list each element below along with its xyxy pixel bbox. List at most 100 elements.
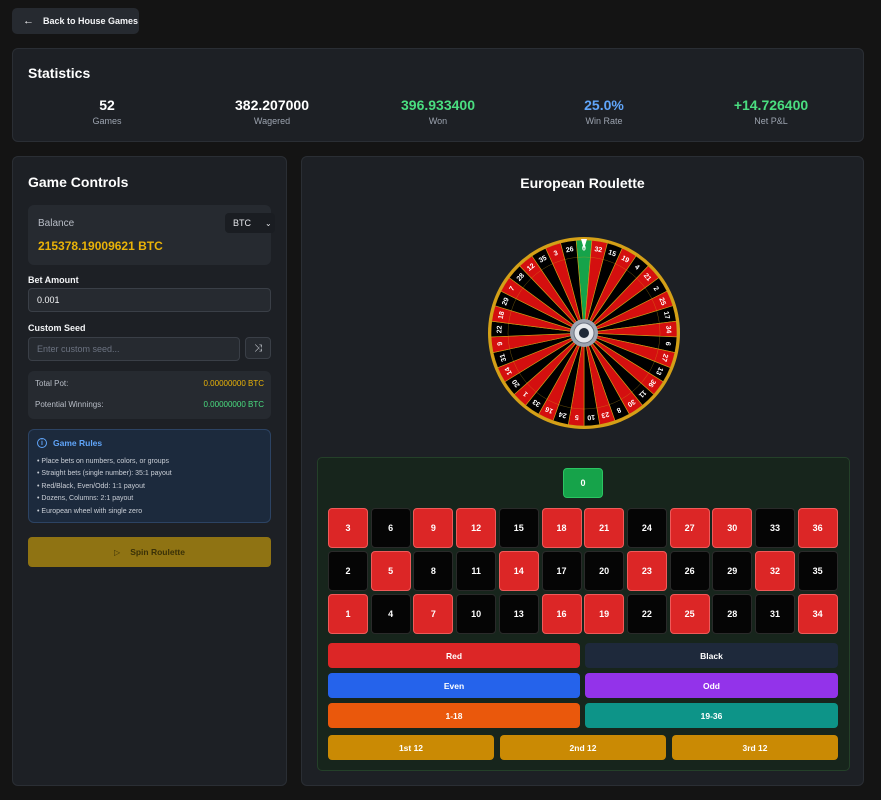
bet-odd-button[interactable]: Odd bbox=[585, 673, 838, 698]
pot-summary: Total Pot: 0.00000000 BTC Potential Winn… bbox=[28, 371, 271, 419]
stat-value: 25.0% bbox=[584, 97, 624, 113]
bet-cell-22[interactable]: 22 bbox=[626, 594, 667, 634]
currency-value: BTC bbox=[233, 218, 251, 228]
bet-cell-16[interactable]: 16 bbox=[541, 594, 582, 634]
game-controls-title: Game Controls bbox=[28, 174, 129, 190]
game-rules-list: • Place bets on numbers, colors, or grou… bbox=[37, 456, 262, 518]
bet-cell-35[interactable]: 35 bbox=[797, 551, 838, 591]
spin-roulette-button[interactable]: ▷ Spin Roulette bbox=[28, 537, 271, 567]
bet-black-button[interactable]: Black bbox=[585, 643, 838, 668]
bet-cell-14[interactable]: 14 bbox=[498, 551, 539, 591]
bet-cell-5[interactable]: 5 bbox=[370, 551, 411, 591]
total-pot-label: Total Pot: bbox=[35, 379, 69, 388]
play-icon: ▷ bbox=[114, 547, 121, 557]
wheel-number-label: 32 bbox=[594, 246, 603, 254]
stat-won: 396.933400 Won bbox=[358, 97, 518, 126]
rule-item: • Place bets on numbers, colors, or grou… bbox=[37, 458, 170, 465]
wheel-number-label: 26 bbox=[565, 246, 574, 254]
bet-cell-4[interactable]: 4 bbox=[370, 594, 411, 634]
shuffle-icon: ⤨ bbox=[254, 342, 262, 354]
wheel-hub-center bbox=[579, 328, 589, 338]
wheel-number-label: 34 bbox=[664, 325, 671, 333]
bet-amount-input[interactable]: 0.001 bbox=[28, 288, 271, 312]
rule-item: • Straight bets (single number): 35:1 pa… bbox=[37, 470, 172, 478]
bet-cell-8[interactable]: 8 bbox=[413, 551, 454, 591]
stat-value: 396.933400 bbox=[401, 97, 475, 113]
bet-cell-10[interactable]: 10 bbox=[456, 594, 497, 634]
bet-cell-33[interactable]: 33 bbox=[755, 508, 795, 548]
back-to-house-games-button[interactable]: ← Back to House Games bbox=[12, 8, 139, 34]
bet-cell-23[interactable]: 23 bbox=[626, 551, 667, 591]
roulette-game-panel: European Roulette 0321519421225173462713… bbox=[301, 156, 864, 786]
stat-value: +14.726400 bbox=[733, 97, 809, 113]
game-title: European Roulette bbox=[520, 175, 645, 191]
bet-cell-6[interactable]: 6 bbox=[370, 508, 411, 548]
wheel-number-label: 5 bbox=[575, 413, 580, 420]
bet-cell-21[interactable]: 21 bbox=[584, 508, 625, 548]
stat-games: 52 Games bbox=[27, 97, 187, 126]
bet-cell-20[interactable]: 20 bbox=[584, 551, 625, 591]
stat-label: Won bbox=[428, 116, 448, 126]
total-pot-value: 0.00000000 BTC bbox=[203, 379, 265, 388]
bet-cell-25[interactable]: 25 bbox=[669, 594, 710, 634]
bet-cell-31[interactable]: 31 bbox=[755, 594, 795, 634]
bet-even-button[interactable]: Even bbox=[328, 673, 580, 698]
roulette-wheel: 0321519421225173462713361130823105241633… bbox=[488, 237, 680, 429]
bet-cell-28[interactable]: 28 bbox=[712, 594, 753, 634]
bet-cell-27[interactable]: 27 bbox=[669, 508, 710, 548]
bet-cell-34[interactable]: 34 bbox=[797, 594, 838, 634]
bet-1-18-button[interactable]: 1-18 bbox=[328, 703, 580, 728]
bet-cell-0[interactable]: 0 bbox=[563, 468, 603, 498]
bet-cell-3[interactable]: 3 bbox=[328, 508, 368, 548]
bet-cell-2[interactable]: 2 bbox=[328, 551, 368, 591]
stat-win-rate: 25.0% Win Rate bbox=[524, 97, 684, 126]
bet-cell-7[interactable]: 7 bbox=[413, 594, 454, 634]
stat-wagered: 382.207000 Wagered bbox=[192, 97, 352, 126]
bet-cell-19[interactable]: 19 bbox=[584, 594, 625, 634]
bet-cell-30[interactable]: 30 bbox=[712, 508, 753, 548]
game-controls-panel: Game Controls Balance BTC ⌄ 215378.19009… bbox=[12, 156, 287, 786]
stat-label: Net P&L bbox=[754, 116, 788, 126]
total-pot-row: Total Pot: 0.00000000 BTC bbox=[35, 379, 264, 388]
game-rules-header: i Game Rules bbox=[37, 438, 262, 448]
stat-value: 52 bbox=[99, 97, 115, 113]
bet-cell-9[interactable]: 9 bbox=[413, 508, 454, 548]
wheel-number-label: 10 bbox=[587, 413, 595, 421]
wheel-number-label: 22 bbox=[496, 325, 503, 333]
rule-item: • European wheel with single zero bbox=[37, 507, 143, 515]
bet-1st-12-button[interactable]: 1st 12 bbox=[328, 735, 494, 760]
stat-value: 382.207000 bbox=[235, 97, 309, 113]
bet-cell-1[interactable]: 1 bbox=[328, 594, 368, 634]
stat-label: Games bbox=[92, 116, 122, 126]
balance-label: Balance bbox=[38, 218, 75, 229]
arrow-left-icon: ← bbox=[23, 14, 34, 27]
potential-winnings-value: 0.00000000 BTC bbox=[203, 400, 265, 409]
bet-cell-29[interactable]: 29 bbox=[712, 551, 753, 591]
spin-roulette-label: Spin Roulette bbox=[130, 547, 185, 557]
bet-red-button[interactable]: Red bbox=[328, 643, 580, 668]
bet-3rd-12-button[interactable]: 3rd 12 bbox=[672, 735, 838, 760]
bet-cell-36[interactable]: 36 bbox=[797, 508, 838, 548]
bet-cell-13[interactable]: 13 bbox=[498, 594, 539, 634]
bet-cell-18[interactable]: 18 bbox=[541, 508, 582, 548]
bet-cell-11[interactable]: 11 bbox=[456, 551, 497, 591]
currency-select[interactable]: BTC ⌄ bbox=[225, 213, 275, 233]
custom-seed-input[interactable]: Enter custom seed... bbox=[28, 337, 240, 361]
bet-cell-32[interactable]: 32 bbox=[755, 551, 795, 591]
bet-2nd-12-button[interactable]: 2nd 12 bbox=[500, 735, 666, 760]
bet-cell-24[interactable]: 24 bbox=[626, 508, 667, 548]
bet-cell-12[interactable]: 12 bbox=[456, 508, 497, 548]
bet-cell-17[interactable]: 17 bbox=[541, 551, 582, 591]
statistics-panel: Statistics 52 Games 382.207000 Wagered 3… bbox=[12, 48, 864, 142]
balance-amount: 215378.19009621 BTC bbox=[38, 239, 163, 253]
bet-cell-15[interactable]: 15 bbox=[498, 508, 539, 548]
chevron-down-icon: ⌄ bbox=[265, 218, 272, 228]
game-rules-box: i Game Rules • Place bets on numbers, co… bbox=[28, 429, 271, 523]
statistics-title: Statistics bbox=[28, 65, 91, 81]
shuffle-seed-button[interactable]: ⤨ bbox=[245, 337, 271, 359]
bet-19-36-button[interactable]: 19-36 bbox=[585, 703, 838, 728]
custom-seed-label: Custom Seed bbox=[28, 323, 86, 333]
rule-item: • Dozens, Columns: 2:1 payout bbox=[37, 495, 134, 503]
bet-cell-26[interactable]: 26 bbox=[669, 551, 710, 591]
stat-net-pnl: +14.726400 Net P&L bbox=[691, 97, 851, 126]
